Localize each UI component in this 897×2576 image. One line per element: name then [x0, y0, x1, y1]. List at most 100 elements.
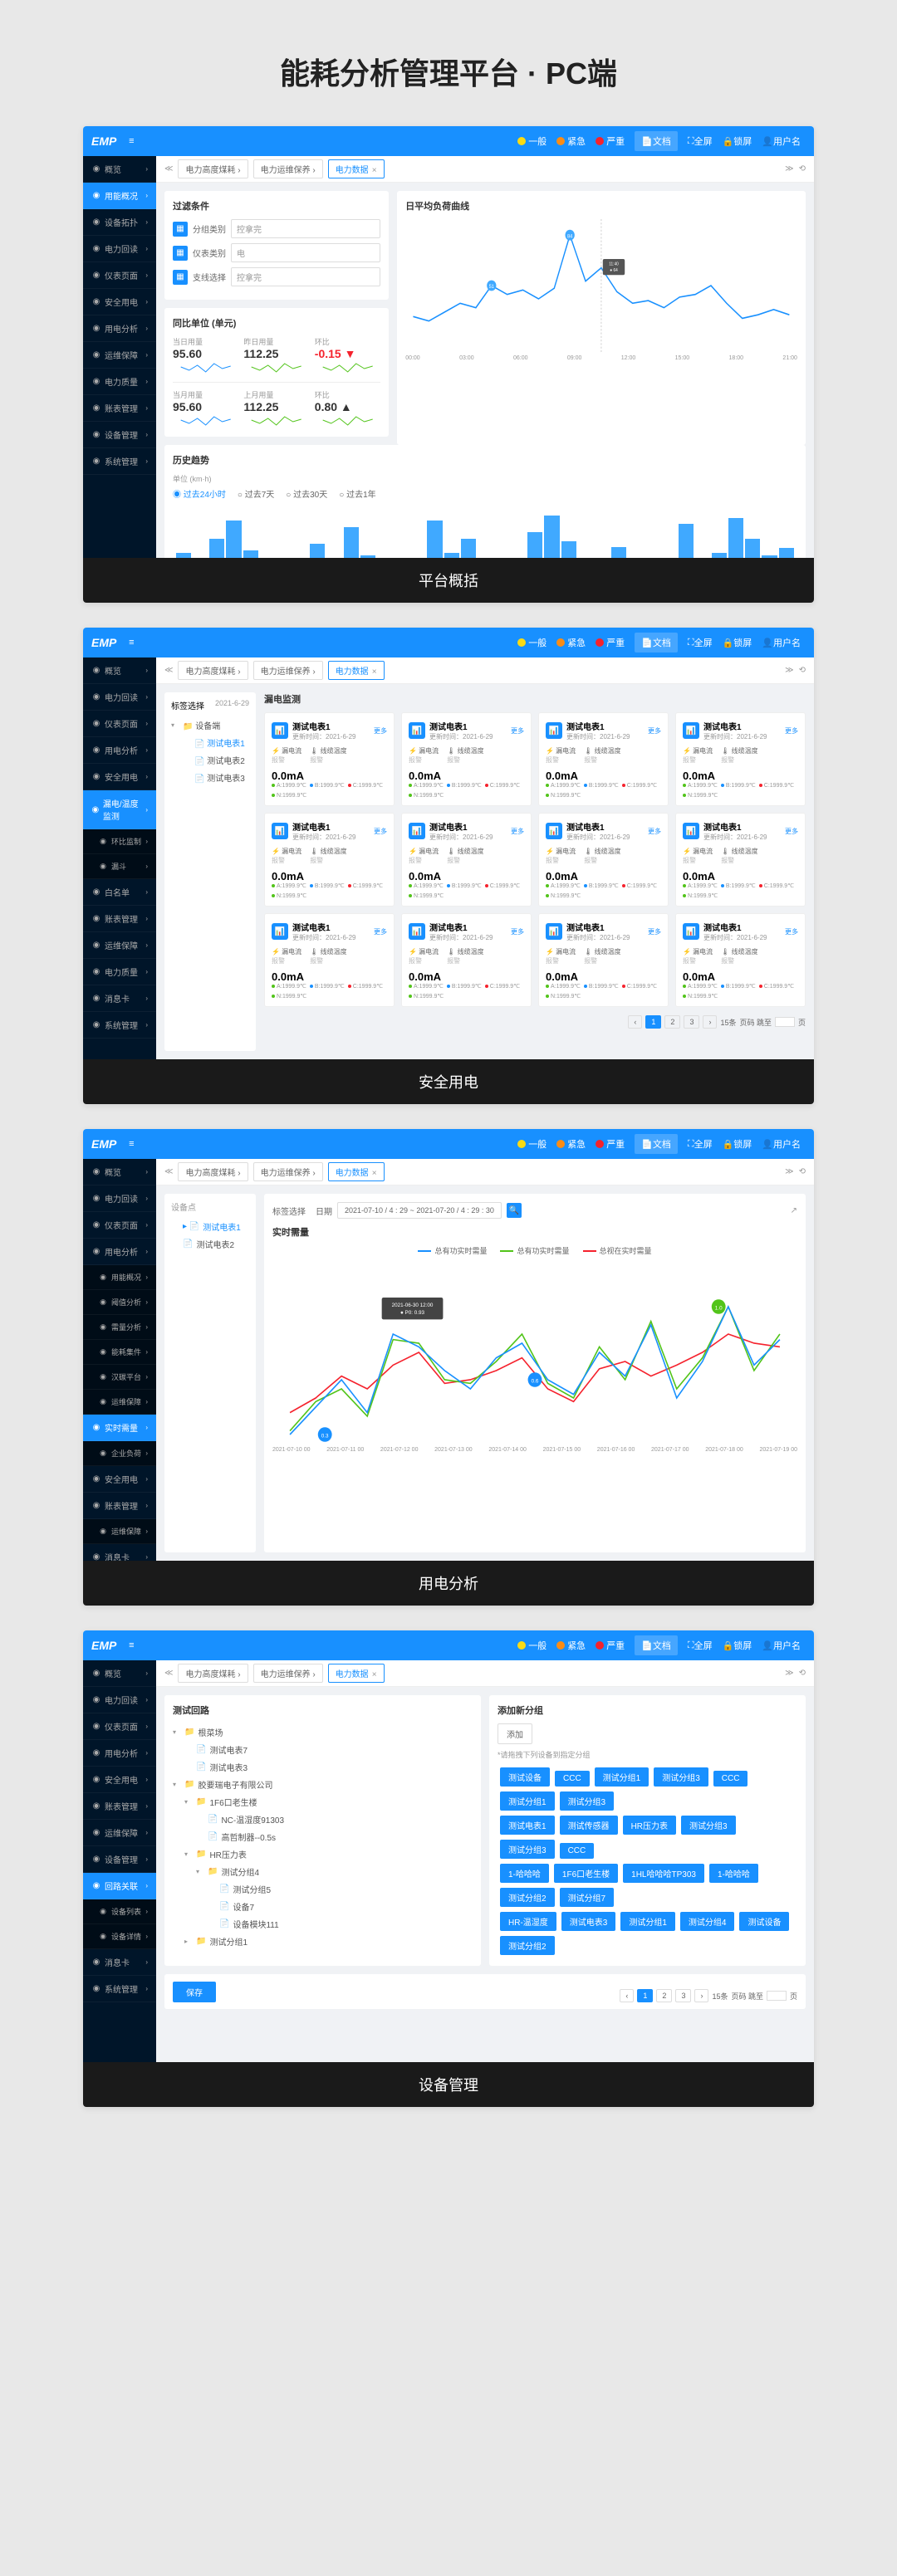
sidebar-item[interactable]: ◉电力回读›: [83, 1185, 156, 1212]
sidebar-item[interactable]: ◉实时需量›: [83, 1415, 156, 1441]
tab[interactable]: 电力高度煤耗 ›: [178, 661, 248, 680]
sidebar-item[interactable]: ◉概览›: [83, 156, 156, 183]
legend-item[interactable]: 总视在实时需量: [583, 1245, 652, 1256]
sidebar-item[interactable]: ◉仪表页面›: [83, 262, 156, 289]
tab[interactable]: 电力高度煤耗 ›: [178, 1162, 248, 1181]
tab-active[interactable]: 电力数据×: [328, 1162, 385, 1181]
sidebar-item[interactable]: ◉消息卡›: [83, 1544, 156, 1561]
tag-pill[interactable]: 测试分组3: [500, 1840, 555, 1859]
tab[interactable]: 电力运维保养 ›: [253, 1664, 323, 1683]
status-general[interactable]: 一般: [517, 1137, 547, 1151]
sidebar-item[interactable]: ◉仪表页面›: [83, 711, 156, 737]
sidebar-item[interactable]: ◉账表管理›: [83, 906, 156, 932]
filter-icon[interactable]: ▦: [173, 246, 188, 261]
page-next[interactable]: ›: [703, 1015, 717, 1029]
more-link[interactable]: 更多: [511, 726, 524, 736]
sidebar-item[interactable]: ◉环比监制›: [83, 829, 156, 854]
filter-icon[interactable]: ▦: [173, 270, 188, 285]
tree-node[interactable]: 📄 设备7: [173, 1898, 473, 1915]
menu-toggle-icon[interactable]: ≡: [123, 638, 140, 648]
sidebar-item[interactable]: ◉运维保障›: [83, 1390, 156, 1415]
sidebar-item[interactable]: ◉概览›: [83, 1159, 156, 1185]
expand-icon[interactable]: ↗: [791, 1206, 797, 1215]
sidebar-item[interactable]: ◉设备管理›: [83, 422, 156, 448]
user-menu[interactable]: 👤 用户名: [762, 134, 801, 148]
tree-node[interactable]: 📄 测试电表3: [173, 1758, 473, 1776]
lock-button[interactable]: 🔒 锁屏: [723, 134, 752, 148]
sidebar-item[interactable]: ◉用电分析›: [83, 315, 156, 342]
tab[interactable]: 电力运维保养 ›: [253, 661, 323, 680]
doc-button[interactable]: 📄 文档: [635, 1134, 678, 1154]
sidebar-item[interactable]: ◉概览›: [83, 1660, 156, 1687]
page-jump-input[interactable]: [767, 1991, 787, 2001]
sidebar-item[interactable]: ◉用电分析›: [83, 1239, 156, 1265]
sidebar-item[interactable]: ◉概览›: [83, 657, 156, 684]
tag-pill[interactable]: 测试分组2: [500, 1936, 555, 1955]
tree-node[interactable]: 📄 测试电表2: [171, 1235, 249, 1253]
sidebar-item[interactable]: ◉系统管理›: [83, 448, 156, 475]
menu-toggle-icon[interactable]: ≡: [123, 1640, 140, 1650]
tree-node[interactable]: ▸📁 测试分组1: [173, 1933, 473, 1950]
tabs-left-icon[interactable]: ≪: [164, 164, 173, 174]
filter-select[interactable]: 控拿完: [231, 267, 380, 286]
tree-node[interactable]: ▸ 📄 测试电表1: [171, 1218, 249, 1235]
tag-pill[interactable]: 测试设备: [739, 1912, 789, 1931]
tree-node[interactable]: ▾📁 测试分组4: [173, 1863, 473, 1880]
user-menu[interactable]: 👤 用户名: [762, 1137, 801, 1151]
menu-toggle-icon[interactable]: ≡: [123, 1139, 140, 1149]
sidebar-item[interactable]: ◉安全用电›: [83, 1466, 156, 1493]
tag-pill[interactable]: 测试电表1: [500, 1816, 555, 1835]
filter-select[interactable]: 控拿完: [231, 219, 380, 238]
page-btn[interactable]: 2: [656, 1989, 672, 2002]
tabs-right-icon[interactable]: ≫: [785, 164, 793, 174]
tag-pill[interactable]: 测试分组2: [500, 1888, 555, 1907]
sidebar-item[interactable]: ◉消息卡›: [83, 985, 156, 1012]
refresh-icon[interactable]: ⟲: [799, 164, 806, 174]
more-link[interactable]: 更多: [648, 726, 661, 736]
sidebar-item[interactable]: ◉设备拓扑›: [83, 209, 156, 236]
tag-pill[interactable]: 1F6口老生楼: [554, 1864, 618, 1883]
sidebar-item[interactable]: ◉电力质量›: [83, 959, 156, 985]
sidebar-item[interactable]: ◉运维保障›: [83, 932, 156, 959]
page-jump-input[interactable]: [775, 1017, 795, 1027]
fullscreen-button[interactable]: ⛶ 全屏: [688, 636, 713, 649]
tree-node[interactable]: 📄 测试电表1: [171, 734, 249, 751]
tab-active[interactable]: 电力数据×: [328, 159, 385, 178]
tag-pill[interactable]: 测试分组3: [560, 1791, 615, 1811]
sidebar-item[interactable]: ◉电力回读›: [83, 1687, 156, 1713]
legend-item[interactable]: 总有功实时需量: [500, 1245, 569, 1256]
tree-node[interactable]: 📄 测试电表2: [171, 751, 249, 769]
status-severe[interactable]: 严重: [596, 134, 625, 148]
tag-pill[interactable]: 测试分组7: [560, 1888, 615, 1907]
sidebar-item[interactable]: ◉运维保障›: [83, 1519, 156, 1544]
sidebar-item[interactable]: ◉运维保障›: [83, 1820, 156, 1846]
sidebar-item[interactable]: ◉漏斗›: [83, 854, 156, 879]
more-link[interactable]: 更多: [511, 927, 524, 936]
more-link[interactable]: 更多: [374, 927, 387, 936]
radio-filter[interactable]: ○ 过去1年: [339, 487, 375, 500]
sidebar-item[interactable]: ◉仪表页面›: [83, 1713, 156, 1740]
sidebar-item[interactable]: ◉电力回读›: [83, 684, 156, 711]
sidebar-item[interactable]: ◉电力回读›: [83, 236, 156, 262]
fullscreen-button[interactable]: ⛶ 全屏: [688, 1639, 713, 1652]
sidebar-item[interactable]: ◉汉碳平台›: [83, 1365, 156, 1390]
lock-button[interactable]: 🔒 锁屏: [723, 1137, 752, 1151]
user-menu[interactable]: 👤 用户名: [762, 636, 801, 649]
page-btn[interactable]: 3: [675, 1989, 691, 2002]
more-link[interactable]: 更多: [648, 927, 661, 936]
close-icon[interactable]: ×: [372, 1670, 377, 1679]
page-prev[interactable]: ‹: [628, 1015, 642, 1029]
sidebar-item[interactable]: ◉安全用电›: [83, 764, 156, 790]
more-link[interactable]: 更多: [511, 827, 524, 836]
page-next[interactable]: ›: [694, 1989, 708, 2002]
status-general[interactable]: 一般: [517, 1639, 547, 1652]
page-btn[interactable]: 2: [664, 1015, 680, 1029]
sidebar-item[interactable]: ◉仪表页面›: [83, 1212, 156, 1239]
more-link[interactable]: 更多: [648, 827, 661, 836]
status-urgent[interactable]: 紧急: [556, 134, 586, 148]
sidebar-item[interactable]: ◉电力质量›: [83, 369, 156, 395]
tag-pill[interactable]: 测试电表3: [561, 1912, 616, 1931]
close-icon[interactable]: ×: [372, 1169, 377, 1178]
close-icon[interactable]: ×: [372, 166, 377, 175]
tag-pill[interactable]: CCC: [555, 1771, 590, 1787]
